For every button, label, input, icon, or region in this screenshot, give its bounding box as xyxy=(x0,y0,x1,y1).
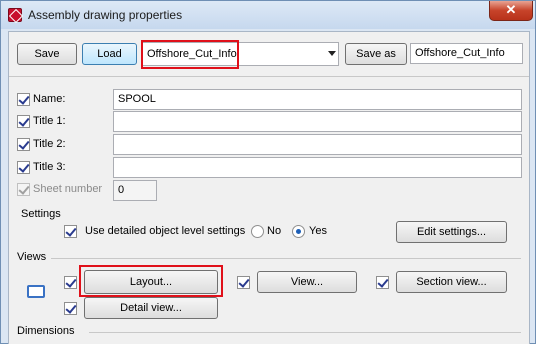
title2-label: Title 2: xyxy=(33,138,66,150)
section-view-checkbox[interactable] xyxy=(376,276,389,289)
views-heading: Views xyxy=(17,251,47,263)
save-button[interactable]: Save xyxy=(17,43,77,65)
save-as-input[interactable]: Offshore_Cut_Info xyxy=(410,43,523,64)
layout-checkbox[interactable] xyxy=(64,276,77,289)
title1-checkbox[interactable] xyxy=(17,115,30,128)
load-button[interactable]: Load xyxy=(82,43,137,65)
sheet-number-checkbox[interactable] xyxy=(17,183,30,196)
title2-input[interactable] xyxy=(113,134,522,155)
close-button[interactable]: ✕ xyxy=(489,1,533,21)
view-window-icon xyxy=(27,285,45,298)
tekla-app-icon xyxy=(8,8,22,22)
no-radio-label: No xyxy=(267,225,282,237)
chevron-down-icon[interactable] xyxy=(328,51,336,56)
detailed-settings-checkbox[interactable] xyxy=(64,225,77,238)
title3-input[interactable] xyxy=(113,157,522,178)
view-checkbox[interactable] xyxy=(237,276,250,289)
title1-label: Title 1: xyxy=(33,115,66,127)
name-input[interactable]: SPOOL xyxy=(113,89,522,110)
title2-checkbox[interactable] xyxy=(17,138,30,151)
save-as-button[interactable]: Save as xyxy=(345,43,407,65)
views-divider xyxy=(51,258,521,259)
highlight-box-settings xyxy=(141,40,239,69)
toolbar-divider xyxy=(9,76,529,77)
detail-view-button[interactable]: Detail view... xyxy=(84,297,218,319)
detail-view-checkbox[interactable] xyxy=(64,302,77,315)
yes-radio[interactable] xyxy=(292,225,305,238)
yes-radio-label: Yes xyxy=(309,225,327,237)
no-radio[interactable] xyxy=(251,225,264,238)
dimensions-divider xyxy=(89,332,521,333)
dialog-window: Assembly drawing properties ✕ Save Load … xyxy=(0,0,536,344)
title3-checkbox[interactable] xyxy=(17,161,30,174)
edit-settings-button[interactable]: Edit settings... xyxy=(396,221,507,243)
title1-input[interactable] xyxy=(113,111,522,132)
highlight-box-layout xyxy=(79,265,223,297)
name-label: Name: xyxy=(33,93,66,105)
name-checkbox[interactable] xyxy=(17,93,30,106)
section-view-button[interactable]: Section view... xyxy=(396,271,507,293)
dialog-body: Save Load Offshore_Cut_Info Save as Offs… xyxy=(8,31,530,344)
settings-heading: Settings xyxy=(21,208,61,220)
sheet-number-label: Sheet number xyxy=(33,183,103,195)
window-title: Assembly drawing properties xyxy=(28,8,183,22)
title3-label: Title 3: xyxy=(33,161,66,173)
sheet-number-input[interactable]: 0 xyxy=(113,180,157,201)
view-button[interactable]: View... xyxy=(257,271,357,293)
title-bar: Assembly drawing properties ✕ xyxy=(1,1,535,29)
dimensions-heading: Dimensions xyxy=(17,325,75,337)
detailed-settings-label: Use detailed object level settings xyxy=(85,225,246,237)
